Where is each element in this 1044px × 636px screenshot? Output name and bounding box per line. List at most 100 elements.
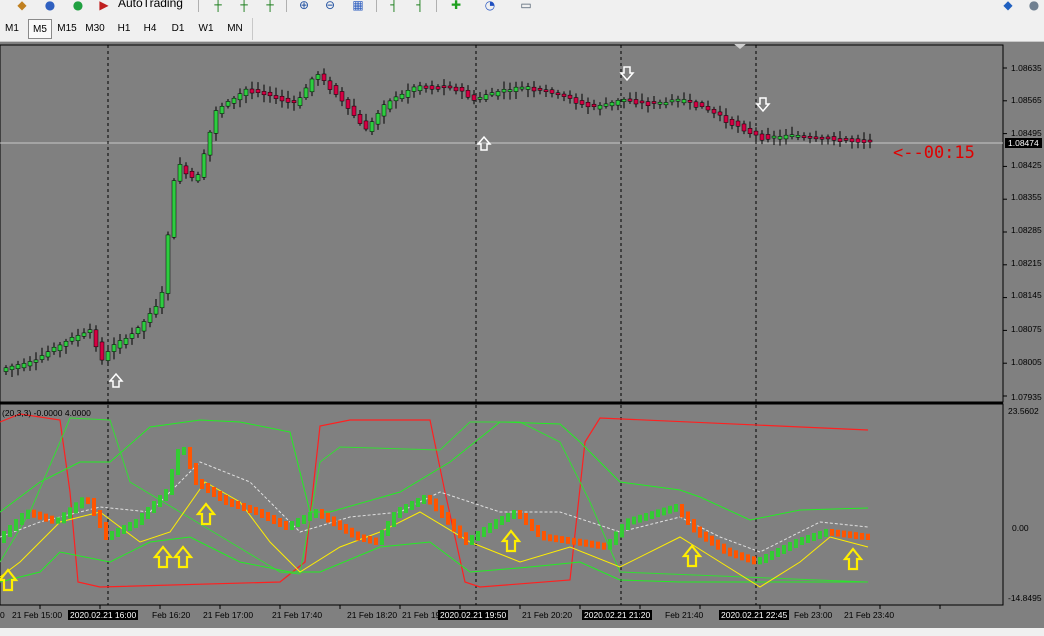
autotrading-button[interactable]: AutoTrading: [118, 0, 183, 10]
candle-body: [693, 101, 699, 108]
candle-body: [45, 351, 51, 358]
oscillator-bar: [272, 515, 276, 524]
candle-body: [237, 93, 243, 101]
periodicity-icon[interactable]: ◔: [482, 0, 498, 11]
candle-body: [351, 105, 357, 116]
chart-shift-icon[interactable]: ┤: [412, 0, 428, 11]
timeframe-m15-button[interactable]: M15: [54, 19, 80, 39]
candle-body: [573, 97, 579, 104]
navigator-icon[interactable]: ●: [70, 0, 86, 11]
oscillator-bar: [452, 518, 456, 532]
oscillator-bar: [536, 525, 540, 537]
buy-signal-icon: [681, 544, 703, 568]
candle-body: [657, 101, 663, 105]
candle-body: [777, 136, 783, 140]
oscillator-bar: [806, 535, 810, 543]
candle-body: [729, 119, 735, 126]
timeframe-d1-button[interactable]: D1: [166, 19, 190, 39]
period-separator-icon[interactable]: ┤: [386, 0, 402, 11]
candle-body: [189, 171, 195, 178]
candle-body: [297, 97, 303, 106]
candle-body: [165, 234, 171, 294]
candle-body: [711, 109, 717, 114]
autotrading-icon[interactable]: ▶: [96, 0, 112, 11]
candle-body: [363, 120, 369, 130]
candle-body: [735, 120, 741, 127]
timeframe-h1-button[interactable]: H1: [112, 19, 136, 39]
oscillator-bar: [836, 529, 840, 537]
candle-body: [705, 106, 711, 111]
oscillator-bar: [854, 532, 858, 539]
candle-body: [213, 110, 219, 134]
candle-body: [333, 85, 339, 95]
community-icon[interactable]: ●: [1026, 0, 1042, 11]
oscillator-bar: [662, 507, 666, 516]
oscillator-bar: [218, 491, 222, 501]
indicator-axis-zero: 0.00: [1012, 523, 1029, 533]
zoom-in-icon[interactable]: ⊕: [296, 0, 312, 11]
oscillator-bar: [56, 517, 60, 524]
timeframe-m1-button[interactable]: M1: [0, 19, 24, 39]
timeframe-w1-button[interactable]: W1: [194, 19, 218, 39]
candle-body: [717, 111, 723, 116]
chart-canvas[interactable]: [0, 42, 1044, 628]
market-watch-icon[interactable]: ●: [42, 0, 58, 11]
line-chart-icon[interactable]: ┼: [262, 0, 278, 11]
bar-chart-icon[interactable]: ┼: [210, 0, 226, 11]
tile-windows-icon[interactable]: ▦: [350, 0, 366, 11]
timeframe-m5-button[interactable]: M5: [28, 19, 52, 39]
oscillator-bar: [188, 447, 192, 469]
candle-body: [579, 100, 585, 105]
candlestick-icon[interactable]: ┼: [236, 0, 252, 11]
oscillator-bar: [764, 554, 768, 563]
chart-window[interactable]: 1.08635 1.08565 1.08495 1.08425 1.08355 1.082…: [0, 42, 1044, 636]
candle-body: [489, 92, 495, 96]
oscillator-bar: [248, 505, 252, 513]
oscillator-bar: [710, 535, 714, 546]
time-axis-label: 21 Feb 17:00: [203, 610, 254, 620]
oscillator-bar: [104, 522, 108, 540]
candle-body: [267, 91, 273, 97]
indicator-label: (20,3,3) -0.0000 4.0000: [2, 408, 91, 418]
oscillator-bar: [860, 532, 864, 540]
oscillator-bar: [788, 542, 792, 551]
price-axis-label: 1.08565: [1011, 95, 1042, 105]
oscillator-bar: [20, 513, 24, 525]
candle-body: [315, 74, 321, 80]
candle-body: [135, 327, 141, 334]
candle-body: [525, 86, 531, 90]
oscillator-bar: [656, 509, 660, 518]
indicators-icon[interactable]: ✚: [448, 0, 464, 11]
timeframe-m30-button[interactable]: M30: [82, 19, 108, 39]
oscillator-bar: [290, 521, 294, 530]
candle-body: [561, 93, 567, 97]
new-order-icon[interactable]: ◆: [14, 0, 30, 11]
timeframe-mn-button[interactable]: MN: [222, 19, 248, 39]
candle-body: [807, 136, 813, 139]
oscillator-bar: [542, 531, 546, 541]
price-axis-label: 1.07935: [1011, 392, 1042, 402]
status-strip: [0, 628, 1044, 636]
oscillator-bar: [386, 521, 390, 536]
time-axis-label: 21 Feb 23:40: [844, 610, 895, 620]
candle-body: [543, 89, 549, 93]
candle-body: [813, 136, 819, 140]
templates-icon[interactable]: ▭: [518, 0, 534, 11]
candle-body: [765, 134, 771, 140]
oscillator-bar: [740, 552, 744, 561]
zoom-out-icon[interactable]: ⊖: [322, 0, 338, 11]
candle-body: [435, 86, 441, 90]
candle-body: [321, 73, 327, 81]
buy-arrow-icon: [108, 372, 124, 388]
candle-body: [291, 100, 297, 104]
candle-body: [495, 91, 501, 97]
candle-body: [399, 93, 405, 99]
candle-body: [747, 128, 753, 134]
oscillator-bar: [164, 489, 168, 501]
candle-body: [63, 341, 69, 347]
candle-body: [345, 99, 351, 109]
timeframe-h4-button[interactable]: H4: [138, 19, 162, 39]
candle-body: [57, 344, 63, 351]
search-icon[interactable]: ◆: [1000, 0, 1016, 11]
price-axis-label: 1.08145: [1011, 290, 1042, 300]
